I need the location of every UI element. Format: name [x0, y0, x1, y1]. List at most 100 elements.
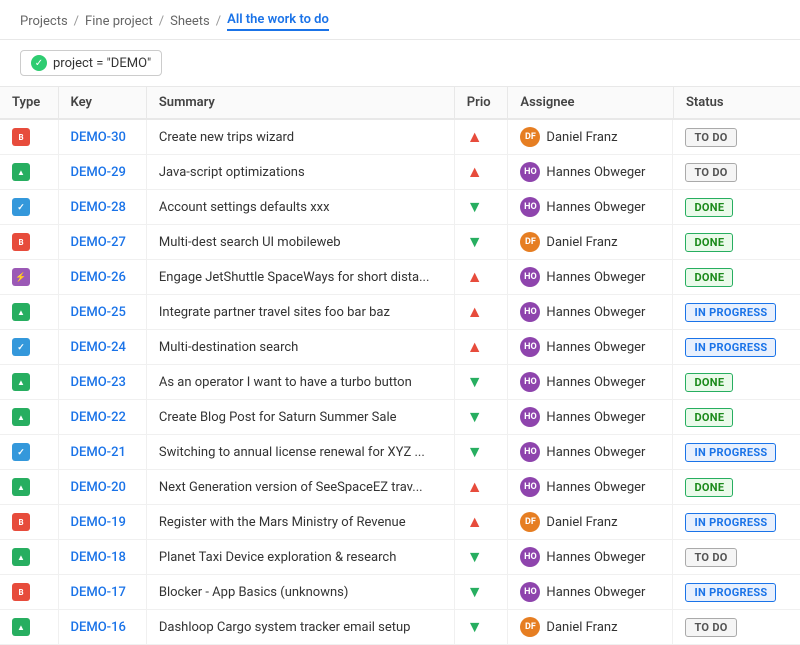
table-row[interactable]: ▲DEMO-29Java-script optimizations▲HOHann…: [0, 155, 800, 190]
table-row[interactable]: BDEMO-19Register with the Mars Ministry …: [0, 505, 800, 540]
status-badge: IN PROGRESS: [685, 583, 776, 602]
avatar: HO: [520, 267, 540, 287]
cell-summary: Switching to annual license renewal for …: [146, 435, 454, 470]
status-badge: DONE: [685, 233, 733, 252]
avatar: DF: [520, 232, 540, 252]
cell-key[interactable]: DEMO-28: [58, 190, 146, 225]
table-row[interactable]: ▲DEMO-22Create Blog Post for Saturn Summ…: [0, 400, 800, 435]
cell-key[interactable]: DEMO-30: [58, 119, 146, 155]
breadcrumb: Projects / Fine project / Sheets / All t…: [20, 12, 780, 31]
cell-assignee: HOHannes Obweger: [508, 470, 673, 504]
svg-text:▲: ▲: [17, 378, 25, 387]
table-row[interactable]: BDEMO-17Blocker - App Basics (unknowns)▼…: [0, 575, 800, 610]
cell-summary: Java-script optimizations: [146, 155, 454, 190]
col-type[interactable]: Type: [0, 87, 58, 119]
cell-status: DONE: [673, 190, 800, 225]
col-prio[interactable]: Prio: [454, 87, 508, 119]
table-row[interactable]: ▲ DEMO-23As an operator I want to have a …: [0, 365, 800, 400]
cell-prio: ▼: [454, 435, 508, 470]
cell-summary: Integrate partner travel sites foo bar b…: [146, 295, 454, 330]
status-badge: DONE: [685, 373, 733, 392]
status-badge: IN PROGRESS: [685, 443, 776, 462]
cell-status: TO DO: [673, 610, 800, 645]
cell-key[interactable]: DEMO-22: [58, 400, 146, 435]
cell-key[interactable]: DEMO-29: [58, 155, 146, 190]
svg-text:▲: ▲: [17, 413, 25, 422]
cell-type: ⚡: [0, 260, 58, 295]
cell-key[interactable]: DEMO-18: [58, 540, 146, 575]
cell-key[interactable]: DEMO-23: [58, 365, 146, 400]
filter-check-icon: ✓: [31, 55, 47, 71]
table-row[interactable]: ▲DEMO-20Next Generation version of SeeSp…: [0, 470, 800, 505]
cell-type: ✓: [0, 190, 58, 225]
status-badge: IN PROGRESS: [685, 513, 776, 532]
cell-summary: Account settings defaults xxx: [146, 190, 454, 225]
table-row[interactable]: BDEMO-30Create new trips wizard▲DFDaniel…: [0, 119, 800, 155]
svg-text:▲: ▲: [17, 553, 25, 562]
cell-key[interactable]: DEMO-27: [58, 225, 146, 260]
cell-prio: ▼: [454, 365, 508, 400]
table-row[interactable]: ✓DEMO-24Multi-destination search▲HOHanne…: [0, 330, 800, 365]
cell-key[interactable]: DEMO-17: [58, 575, 146, 610]
cell-assignee: HOHannes Obweger: [508, 190, 673, 224]
cell-type: B: [0, 225, 58, 260]
cell-key[interactable]: DEMO-20: [58, 470, 146, 505]
svg-text:▲: ▲: [17, 623, 25, 632]
svg-text:B: B: [18, 518, 23, 527]
table-row[interactable]: ▲DEMO-16Dashloop Cargo system tracker em…: [0, 610, 800, 645]
avatar: DF: [520, 512, 540, 532]
cell-summary: Engage JetShuttle SpaceWays for short di…: [146, 260, 454, 295]
table-row[interactable]: ✓DEMO-21Switching to annual license rene…: [0, 435, 800, 470]
cell-type: ▲: [0, 400, 58, 435]
table-row[interactable]: ✓DEMO-28Account settings defaults xxx▼HO…: [0, 190, 800, 225]
cell-status: IN PROGRESS: [673, 435, 800, 470]
cell-summary: Multi-destination search: [146, 330, 454, 365]
cell-summary: Blocker - App Basics (unknowns): [146, 575, 454, 610]
status-badge: TO DO: [685, 163, 736, 182]
table-row[interactable]: ⚡DEMO-26Engage JetShuttle SpaceWays for …: [0, 260, 800, 295]
cell-assignee: HOHannes Obweger: [508, 295, 673, 329]
cell-prio: ▲: [454, 295, 508, 330]
cell-key[interactable]: DEMO-26: [58, 260, 146, 295]
col-summary[interactable]: Summary: [146, 87, 454, 119]
cell-key[interactable]: DEMO-21: [58, 435, 146, 470]
cell-type: ▲: [0, 155, 58, 190]
cell-status: DONE: [673, 365, 800, 400]
cell-status: IN PROGRESS: [673, 505, 800, 540]
cell-type: B: [0, 575, 58, 610]
cell-assignee: HOHannes Obweger: [508, 435, 673, 469]
cell-key[interactable]: DEMO-19: [58, 505, 146, 540]
cell-assignee: DFDaniel Franz: [508, 120, 673, 154]
col-key[interactable]: Key: [58, 87, 146, 119]
cell-summary: As an operator I want to have a turbo bu…: [146, 365, 454, 400]
issues-table: Type Key Summary Prio Assignee Status BD…: [0, 87, 800, 645]
breadcrumb-sep-3: /: [216, 14, 221, 29]
filter-pill[interactable]: ✓ project = "DEMO": [20, 50, 162, 76]
cell-assignee: DFDaniel Franz: [508, 505, 673, 539]
col-assignee[interactable]: Assignee: [508, 87, 674, 119]
cell-prio: ▲: [454, 119, 508, 155]
avatar: HO: [520, 407, 540, 427]
avatar: HO: [520, 197, 540, 217]
avatar: HO: [520, 162, 540, 182]
avatar: DF: [520, 617, 540, 637]
table-row[interactable]: ▲DEMO-18Planet Taxi Device exploration &…: [0, 540, 800, 575]
cell-prio: ▼: [454, 225, 508, 260]
cell-type: ▲: [0, 295, 58, 330]
avatar: DF: [520, 127, 540, 147]
cell-prio: ▲: [454, 470, 508, 505]
cell-prio: ▼: [454, 400, 508, 435]
cell-key[interactable]: DEMO-16: [58, 610, 146, 645]
table-row[interactable]: BDEMO-27Multi-dest search UI mobileweb▼ D…: [0, 225, 800, 260]
breadcrumb-fine-project[interactable]: Fine project: [85, 14, 153, 29]
cell-summary: Multi-dest search UI mobileweb: [146, 225, 454, 260]
breadcrumb-sheets[interactable]: Sheets: [170, 14, 210, 29]
col-status[interactable]: Status: [673, 87, 800, 119]
cell-key[interactable]: DEMO-24: [58, 330, 146, 365]
table-row[interactable]: ▲DEMO-25Integrate partner travel sites f…: [0, 295, 800, 330]
cell-assignee: HOHannes Obweger: [508, 330, 673, 364]
breadcrumb-projects[interactable]: Projects: [20, 14, 68, 29]
cell-type: ▲: [0, 365, 58, 400]
cell-key[interactable]: DEMO-25: [58, 295, 146, 330]
cell-assignee: DFDaniel Franz: [508, 610, 673, 644]
